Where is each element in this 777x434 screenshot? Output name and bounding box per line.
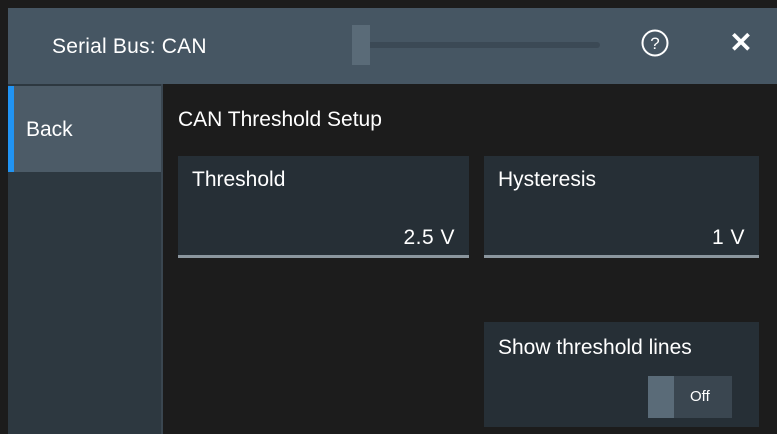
show-threshold-lines-label: Show threshold lines: [498, 336, 692, 359]
hysteresis-value: 1 V: [711, 226, 745, 249]
window-title: Serial Bus: CAN: [52, 35, 207, 58]
threshold-field[interactable]: Threshold 2.5 V: [178, 156, 469, 258]
hysteresis-field[interactable]: Hysteresis 1 V: [484, 156, 759, 258]
show-threshold-lines-card: Show threshold lines Off: [484, 322, 759, 427]
threshold-underline: [178, 255, 469, 258]
hysteresis-underline: [484, 255, 759, 258]
threshold-value: 2.5 V: [403, 226, 455, 249]
help-icon[interactable]: ?: [640, 28, 670, 58]
panel-slider-track[interactable]: [352, 42, 600, 48]
section-title: CAN Threshold Setup: [178, 108, 382, 131]
panel-slider-thumb[interactable]: [352, 25, 370, 65]
threshold-label: Threshold: [192, 168, 286, 191]
svg-text:?: ?: [650, 34, 659, 53]
toggle-state: Off: [690, 388, 710, 405]
back-button-label: Back: [26, 118, 73, 141]
show-threshold-lines-toggle[interactable]: Off: [648, 376, 732, 418]
back-button-accent: [8, 86, 14, 172]
close-icon[interactable]: ✕: [727, 28, 755, 58]
hysteresis-label: Hysteresis: [498, 168, 597, 191]
toggle-knob[interactable]: [648, 376, 674, 418]
